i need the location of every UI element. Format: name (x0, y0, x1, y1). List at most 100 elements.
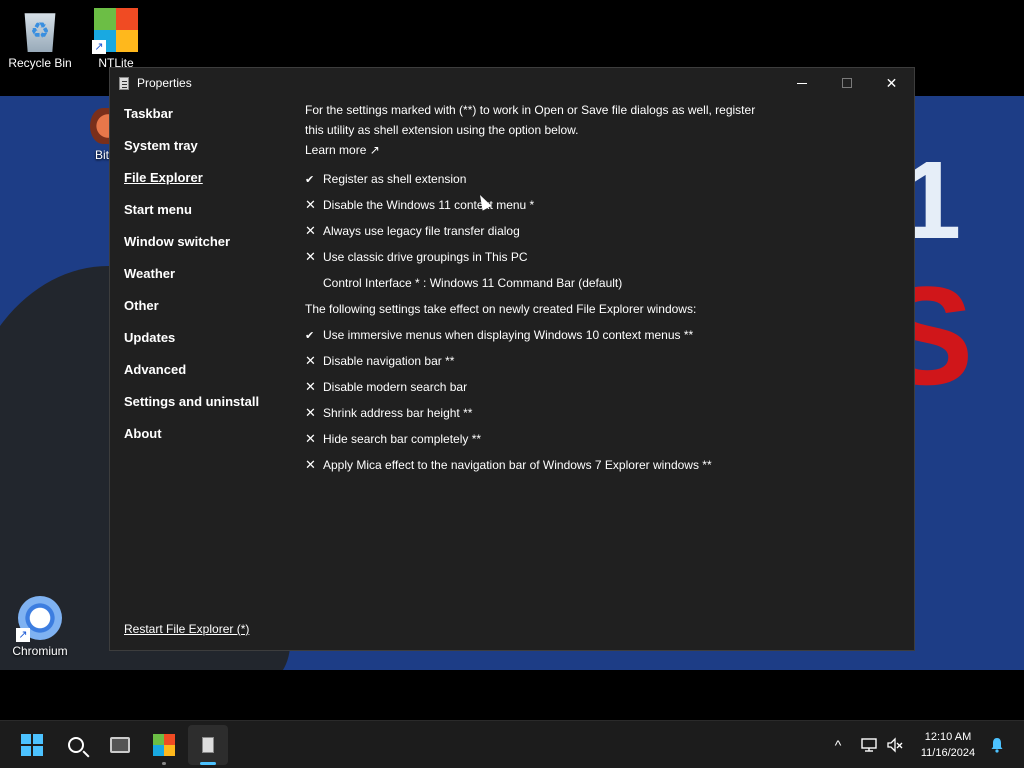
properties-taskbar-icon (202, 737, 214, 753)
sidebar-item-window-switcher[interactable]: Window switcher (124, 230, 294, 262)
file-explorer-settings: For the settings marked with (**) to wor… (305, 100, 905, 478)
learn-more-link[interactable]: Learn more ↗ (305, 140, 905, 160)
maximize-icon (841, 78, 852, 88)
cross-icon: ✕ (305, 457, 316, 472)
minimize-icon (796, 82, 807, 84)
sidebar-item-taskbar[interactable]: Taskbar (124, 102, 294, 134)
option-classic-drive-groupings[interactable]: ✕ Use classic drive groupings in This PC (305, 244, 905, 270)
volume-muted-icon (887, 737, 903, 753)
desktop-icon-ntlite[interactable]: ↗ NTLite (76, 8, 156, 70)
option-label: Use classic drive groupings in This PC (323, 250, 528, 264)
cross-icon: ✕ (305, 379, 316, 394)
taskbar-ntlite[interactable] (144, 725, 184, 765)
sidebar-item-advanced[interactable]: Advanced (124, 358, 294, 390)
sidebar-item-label: Window switcher (124, 234, 231, 249)
taskbar: ^ 12:10 AM 11/16/2024 (0, 720, 1024, 768)
desktop-icon-label: Recycle Bin (8, 56, 72, 70)
option-mica-effect[interactable]: ✕ Apply Mica effect to the navigation ba… (305, 452, 905, 478)
properties-window: Properties ✕ Taskbar System tray File Ex… (109, 67, 915, 651)
restart-file-explorer-link[interactable]: Restart File Explorer (*) (124, 622, 249, 636)
cross-icon: ✕ (305, 197, 316, 212)
option-register-shell-extension[interactable]: ✔ Register as shell extension (305, 166, 905, 192)
active-indicator (200, 762, 216, 765)
window-title: Properties (137, 76, 192, 90)
cross-icon: ✕ (305, 431, 316, 446)
sidebar-item-label: System tray (124, 138, 198, 153)
control-interface-setting[interactable]: Control Interface * : Windows 11 Command… (305, 270, 905, 296)
recycle-bin-icon (24, 13, 56, 52)
cross-icon: ✕ (305, 249, 316, 264)
sidebar-item-weather[interactable]: Weather (124, 262, 294, 294)
option-label: Disable navigation bar ** (323, 354, 455, 368)
start-button[interactable] (12, 725, 52, 765)
option-disable-modern-search-bar[interactable]: ✕ Disable modern search bar (305, 374, 905, 400)
option-disable-navigation-bar[interactable]: ✕ Disable navigation bar ** (305, 348, 905, 374)
option-label: Always use legacy file transfer dialog (323, 224, 520, 238)
option-label: Hide search bar completely ** (323, 432, 482, 446)
option-shrink-address-bar[interactable]: ✕ Shrink address bar height ** (305, 400, 905, 426)
close-icon: ✕ (885, 74, 898, 91)
search-icon (68, 737, 84, 753)
checkmark-icon: ✔ (305, 329, 315, 342)
sidebar-item-start-menu[interactable]: Start menu (124, 198, 294, 230)
checkmark-icon: ✔ (305, 173, 315, 186)
option-hide-search-bar[interactable]: ✕ Hide search bar completely ** (305, 426, 905, 452)
show-hidden-icons-button[interactable]: ^ (828, 721, 848, 768)
start-icon (21, 734, 43, 756)
close-button[interactable]: ✕ (869, 68, 914, 98)
network-icon (861, 738, 877, 752)
sidebar-item-label: Advanced (124, 362, 187, 377)
desktop-icon-chromium[interactable]: ↗ Chromium (0, 596, 80, 658)
section-label: The following settings take effect on ne… (305, 302, 697, 316)
option-legacy-file-transfer-dialog[interactable]: ✕ Always use legacy file transfer dialog (305, 218, 905, 244)
search-button[interactable] (56, 725, 96, 765)
option-label: Disable modern search bar (323, 380, 468, 394)
sidebar-item-label: About (124, 426, 162, 441)
desktop-icon-recycle-bin[interactable]: Recycle Bin (0, 8, 80, 70)
sidebar-item-system-tray[interactable]: System tray (124, 134, 294, 166)
title-bar[interactable]: Properties ✕ (110, 68, 914, 98)
clock-time: 12:10 AM (924, 731, 972, 743)
bell-icon (991, 738, 1003, 753)
maximize-button[interactable] (824, 68, 869, 98)
option-label: Use immersive menus when displaying Wind… (323, 328, 694, 342)
sidebar-item-other[interactable]: Other (124, 294, 294, 326)
volume-button[interactable] (884, 721, 906, 768)
option-label: Shrink address bar height ** (323, 406, 473, 420)
control-interface-label: Control Interface * : Windows 11 Command… (323, 276, 623, 290)
sidebar-item-label: File Explorer (124, 170, 203, 185)
option-label: Register as shell extension (323, 172, 467, 186)
task-view-button[interactable] (100, 725, 140, 765)
desktop: 1 S Recycle Bin ↗ NTLite Bit ↗ Chromium … (0, 0, 1024, 720)
sidebar-item-label: Updates (124, 330, 176, 345)
chevron-up-icon: ^ (834, 737, 842, 753)
sidebar-item-label: Taskbar (124, 106, 173, 121)
desktop-icon-label: Chromium (12, 644, 68, 658)
option-disable-win11-context-menu[interactable]: ✕ Disable the Windows 11 context menu * (305, 192, 905, 218)
sidebar-item-settings-and-uninstall[interactable]: Settings and uninstall (124, 390, 294, 422)
sidebar-item-label: Other (124, 298, 159, 313)
ntlite-icon: ↗ (92, 8, 138, 54)
cross-icon: ✕ (305, 405, 316, 420)
task-view-icon (110, 737, 130, 753)
intro-text: For the settings marked with (**) to wor… (305, 103, 756, 137)
network-button[interactable] (858, 721, 880, 768)
sidebar-item-label: Start menu (124, 202, 192, 217)
option-label: Apply Mica effect to the navigation bar … (323, 458, 712, 472)
clock-date: 11/16/2024 (920, 747, 976, 759)
minimize-button[interactable] (779, 68, 824, 98)
taskbar-properties[interactable] (188, 725, 228, 765)
sidebar-item-about[interactable]: About (124, 422, 294, 454)
sidebar-item-label: Settings and uninstall (124, 394, 260, 409)
clock[interactable]: 12:10 AM 11/16/2024 (912, 729, 984, 761)
sidebar-item-updates[interactable]: Updates (124, 326, 294, 358)
sidebar-item-file-explorer[interactable]: File Explorer (124, 166, 294, 198)
sidebar-item-label: Weather (124, 266, 176, 281)
running-indicator (162, 762, 166, 765)
notifications-button[interactable] (986, 721, 1008, 768)
desktop-icon-label: Bit (94, 148, 109, 162)
cross-icon: ✕ (305, 353, 316, 368)
sidebar: Taskbar System tray File Explorer Start … (124, 102, 294, 454)
chromium-icon: ↗ (16, 596, 62, 642)
option-immersive-menus[interactable]: ✔ Use immersive menus when displaying Wi… (305, 322, 905, 348)
